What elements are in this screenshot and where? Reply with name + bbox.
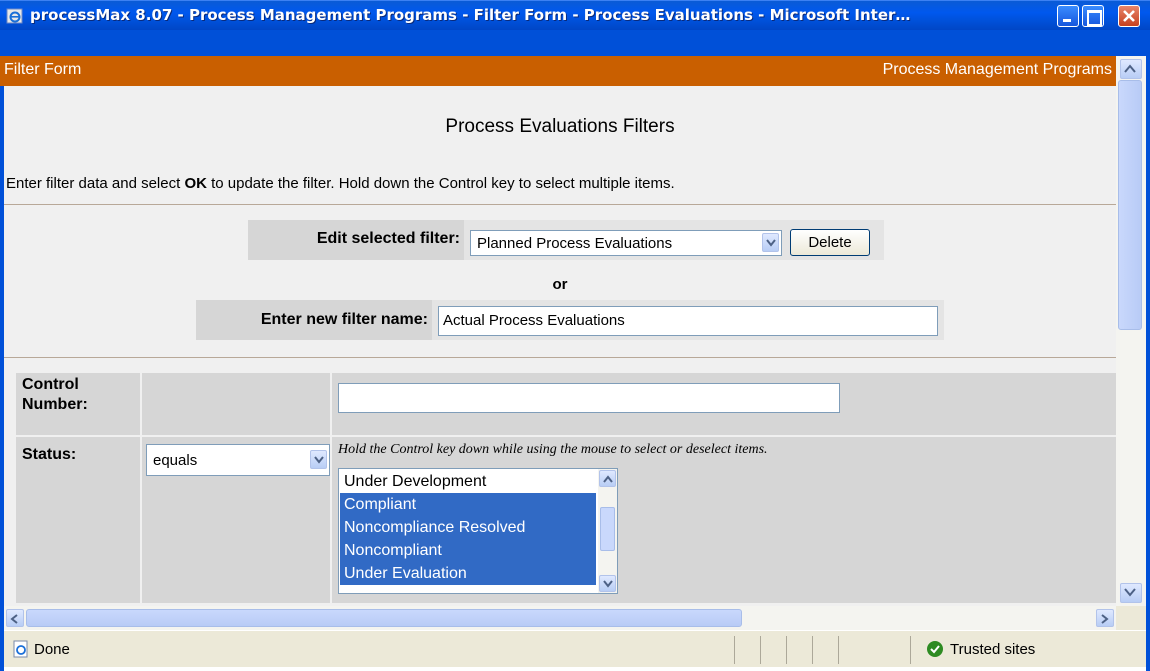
maximize-button[interactable] [1082,5,1104,27]
list-item[interactable]: Under Evaluation [340,562,596,585]
page-horizontal-scroll-thumb[interactable] [26,609,742,627]
new-filter-label: Enter new filter name: [260,311,428,328]
instructions-ok: OK [184,175,207,192]
chevron-down-icon[interactable] [762,233,779,252]
chevron-down-icon[interactable] [599,575,616,592]
minimize-button[interactable] [1057,5,1079,27]
new-filter-label-cell: Enter new filter name: [196,300,432,340]
delete-button[interactable]: Delete [790,229,870,256]
list-item[interactable]: Compliant [340,493,596,516]
saved-filter-select[interactable]: Planned Process Evaluations [470,230,782,256]
control-number-input[interactable] [338,383,840,413]
divider [734,636,735,664]
divider [760,636,761,664]
page-horizontal-scrollbar[interactable] [4,606,1116,630]
divider [812,636,813,664]
control-number-operator-cell [142,373,330,435]
checkmark-shield-icon [927,641,943,657]
edit-filter-label-cell: Edit selected filter: [248,220,464,260]
window-title: processMax 8.07 - Process Management Pro… [30,6,911,24]
control-number-label: Control Number: [22,376,88,413]
control-number-label-cell: Control Number: [16,373,140,435]
divider [786,636,787,664]
chevron-up-icon[interactable] [1120,59,1142,79]
status-listbox[interactable]: Under Development Compliant Noncomplianc… [338,468,618,594]
title-bar[interactable]: processMax 8.07 - Process Management Pro… [0,0,1150,30]
header-program-name: Process Management Programs [882,61,1112,78]
chevron-up-icon[interactable] [599,470,616,487]
window-frame-top [0,30,1150,56]
header-form-name: Filter Form [4,61,82,78]
page-vertical-scroll-thumb[interactable] [1118,80,1142,330]
page-icon [13,640,28,658]
status-operator-value: equals [153,452,198,469]
list-item[interactable]: Under Development [340,470,596,493]
chevron-down-icon[interactable] [1120,583,1142,603]
divider [910,636,911,664]
page-vertical-scrollbar[interactable] [1116,56,1146,606]
listbox-scrollbar[interactable] [598,469,617,593]
filter-form: Process Evaluations Filters Enter filter… [4,86,1116,606]
divider [4,204,1116,205]
close-icon [1123,10,1135,22]
new-filter-name-input[interactable]: Actual Process Evaluations [438,306,938,336]
edit-filter-label: Edit selected filter: [316,230,460,247]
status-bar: Done Trusted sites [4,630,1146,667]
list-item[interactable]: Noncompliant [340,539,596,562]
list-item[interactable]: Noncompliance Resolved [340,516,596,539]
instructions-text-rest: to update the filter. Hold down the Cont… [206,175,675,192]
status-operator-select[interactable]: equals [146,444,330,476]
listbox-scroll-thumb[interactable] [600,507,615,551]
status-label: Status: [22,446,77,463]
chevron-left-icon[interactable] [6,609,24,627]
saved-filter-value: Planned Process Evaluations [477,235,673,252]
scrollbar-corner [1116,606,1146,630]
page-title: Process Evaluations Filters [445,116,675,137]
window-frame-right [1146,30,1150,671]
divider [4,357,1116,358]
status-hint: Hold the Control key down while using th… [338,442,768,457]
close-button[interactable] [1118,5,1140,27]
divider [838,636,839,664]
status-label-cell: Status: [16,437,140,603]
instructions: Enter filter data and select OK to updat… [6,175,675,192]
ie-icon [6,8,23,24]
new-filter-name-value: Actual Process Evaluations [443,312,625,329]
page-header: Filter Form Process Management Programs [0,56,1116,86]
or-label: or [552,276,568,293]
instructions-text: Enter filter data and select [6,175,185,192]
chevron-down-icon[interactable] [310,450,327,469]
status-text: Done [34,641,70,658]
security-zone: Trusted sites [950,641,1036,658]
chevron-right-icon[interactable] [1096,609,1114,627]
